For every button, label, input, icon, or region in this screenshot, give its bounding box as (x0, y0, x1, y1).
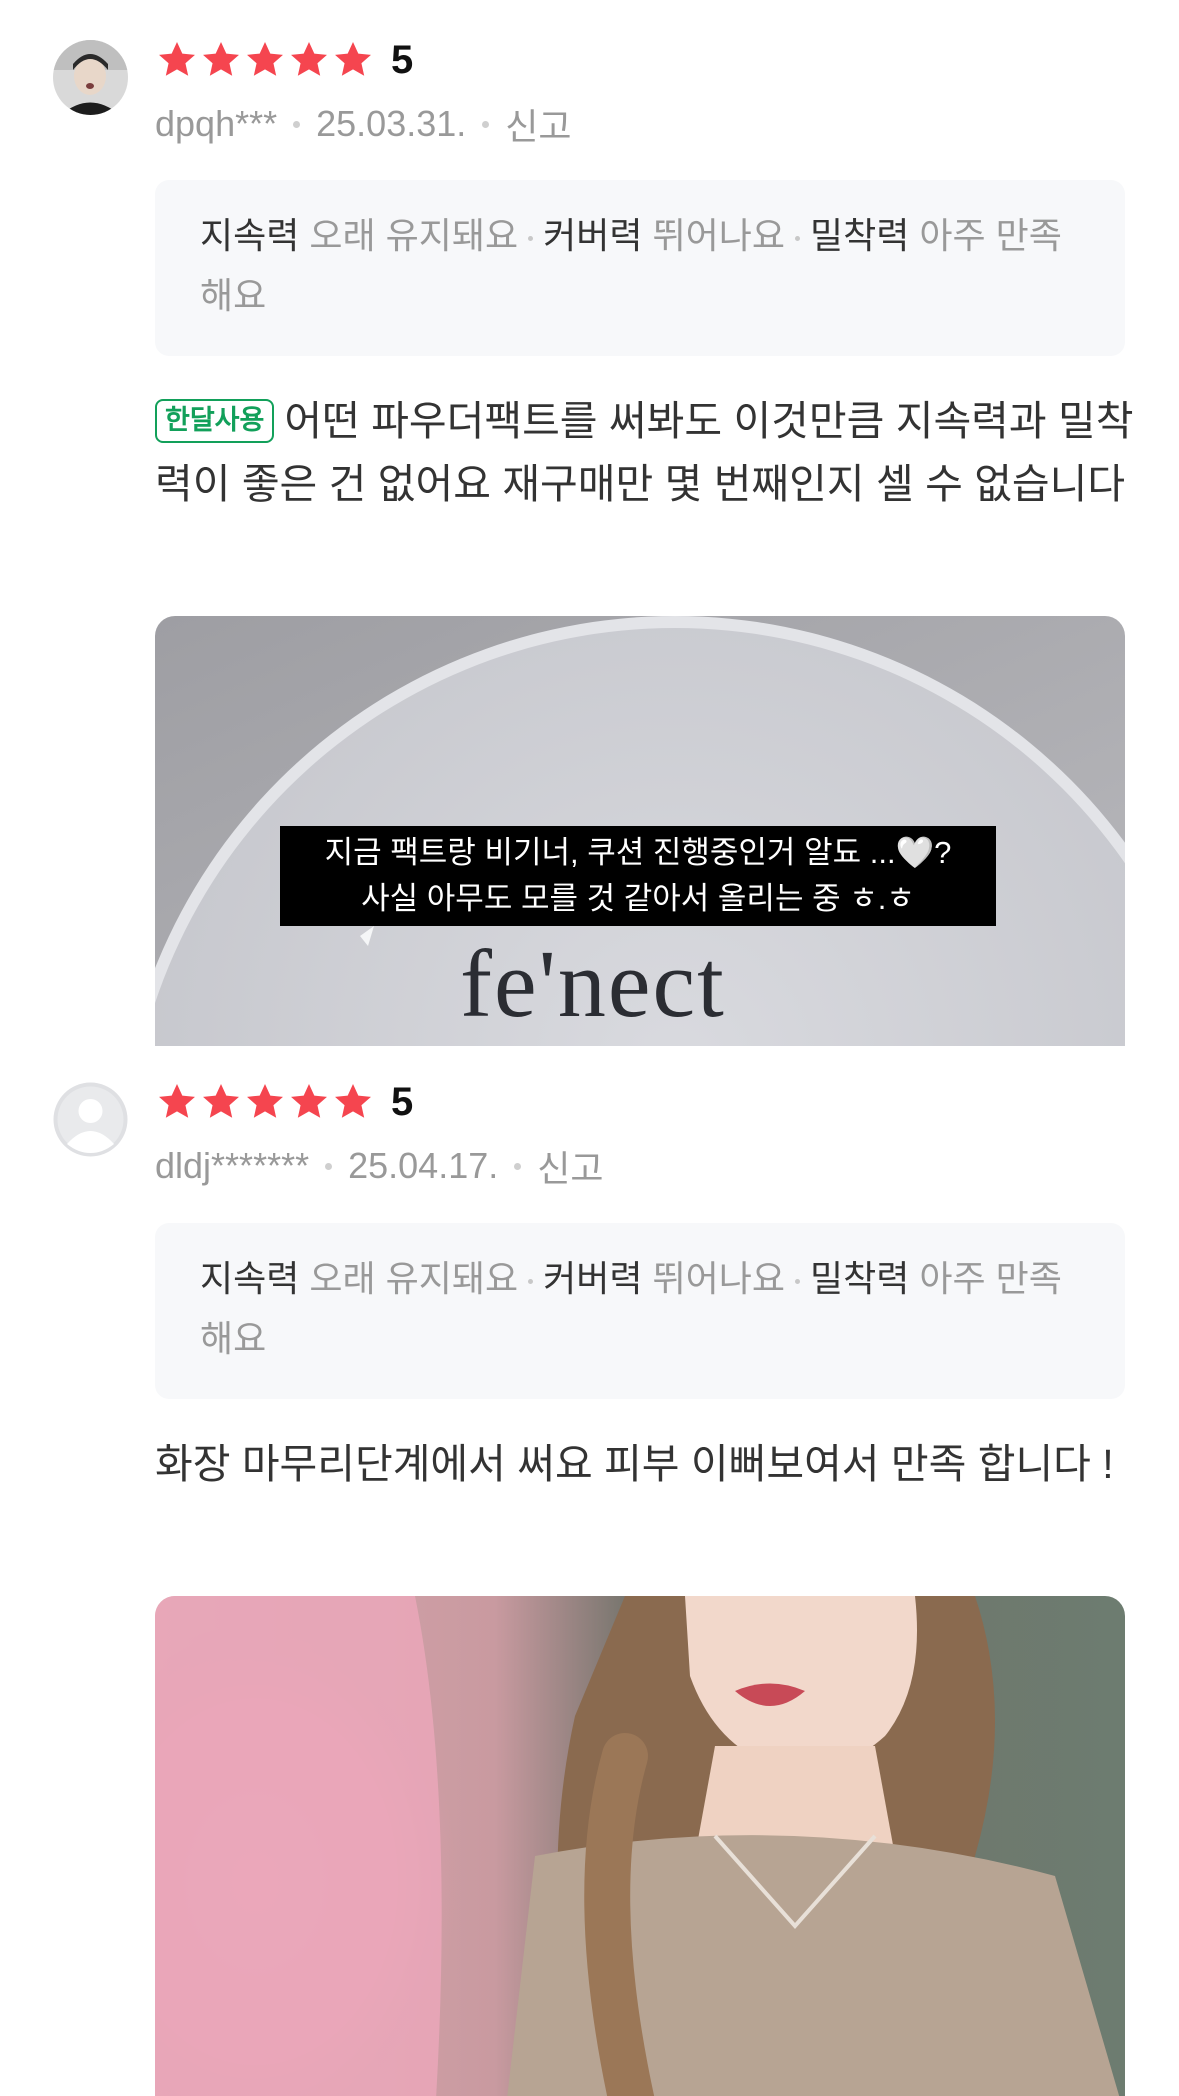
attr-key-adhesion: 밀착력 (810, 1258, 910, 1299)
review-meta: dldj******* 25.04.17. 신고 (155, 1140, 604, 1192)
review-body: 한달사용 어떤 파우더팩트를 써봐도 이것만큼 지속력과 밀착력이 좋은 건 없어… (155, 390, 1135, 516)
star-icon (159, 42, 195, 76)
default-avatar[interactable] (53, 1082, 128, 1157)
rating-row: 5 (155, 1079, 414, 1124)
review-body: 화장 마무리단계에서 써요 피부 이뻐보여서 만족 합니다 ! (155, 1433, 1135, 1496)
caption-line-1: 지금 팩트랑 비기너, 쿠션 진행중인거 알됴 ...🤍? (324, 835, 952, 870)
photo-caption: 지금 팩트랑 비기너, 쿠션 진행중인거 알됴 ...🤍? 사실 아무도 모를 … (280, 826, 996, 926)
attr-separator (795, 1278, 800, 1284)
attr-value-longevity: 오래 유지돼요 (309, 215, 519, 256)
attr-value-longevity: 오래 유지돼요 (309, 1258, 519, 1299)
attr-key-coverage: 커버력 (543, 215, 643, 256)
review-item: 5 dpqh*** 25.03.31. 신고 지속력 오래 유지돼요 커버력 뛰어… (0, 0, 1179, 1046)
separator-dot (325, 1162, 333, 1170)
attr-value-coverage: 뛰어나요 (652, 215, 785, 256)
star-icon (203, 42, 239, 76)
separator-dot (293, 120, 301, 128)
attr-separator (528, 235, 534, 241)
caption-line-2: 사실 아무도 모를 것 같아서 올리는 중 ㅎ.ㅎ (361, 881, 915, 916)
rating-score: 5 (391, 1079, 414, 1124)
review-photo[interactable] (155, 1596, 1125, 2096)
rating-score: 5 (391, 37, 414, 82)
rating-row: 5 (155, 37, 414, 82)
review-photo[interactable]: 지금 팩트랑 비기너, 쿠션 진행중인거 알됴 ...🤍? 사실 아무도 모를 … (155, 616, 1125, 1046)
attr-key-longevity: 지속력 (200, 215, 300, 256)
star-icon (291, 42, 327, 76)
attr-separator (795, 235, 800, 241)
attribute-summary: 지속력 오래 유지돼요 커버력 뛰어나요 밀착력 아주 만족해요 (155, 1223, 1125, 1399)
separator-dot (514, 1162, 522, 1170)
review-date: 25.03.31. (316, 103, 467, 144)
separator-dot (482, 120, 490, 128)
selfie-photo (155, 1596, 1125, 2096)
attr-key-longevity: 지속력 (200, 1258, 300, 1299)
star-icon (247, 1084, 283, 1118)
report-button[interactable]: 신고 (537, 1140, 603, 1192)
review-text: 어떤 파우더팩트를 써봐도 이것만큼 지속력과 밀착력이 좋은 건 없어요 재구… (155, 398, 1134, 507)
star-rating (155, 38, 375, 82)
star-icon (159, 1084, 195, 1118)
star-icon (203, 1084, 239, 1118)
usage-period-badge: 한달사용 (155, 399, 275, 443)
star-icon (291, 1084, 327, 1118)
attr-key-adhesion: 밀착력 (810, 215, 910, 256)
attribute-summary: 지속력 오래 유지돼요 커버력 뛰어나요 밀착력 아주 만족해요 (155, 180, 1125, 356)
star-icon (335, 42, 371, 76)
attr-value-coverage: 뛰어나요 (652, 1258, 785, 1299)
review-date: 25.04.17. (348, 1145, 499, 1186)
star-icon (247, 42, 283, 76)
user-avatar[interactable] (53, 40, 128, 115)
attr-key-coverage: 커버력 (543, 1258, 643, 1299)
star-rating (155, 1080, 375, 1124)
star-icon (335, 1084, 371, 1118)
report-button[interactable]: 신고 (505, 98, 571, 150)
reviewer-name: dpqh*** (155, 103, 278, 144)
product-brand-logo: fe'nect (460, 930, 726, 1037)
person-icon (53, 1082, 128, 1157)
review-text: 화장 마무리단계에서 써요 피부 이뻐보여서 만족 합니다 ! (155, 1441, 1114, 1487)
attr-separator (528, 1278, 534, 1284)
reviewer-name: dldj******* (155, 1145, 310, 1186)
review-meta: dpqh*** 25.03.31. 신고 (155, 98, 572, 150)
review-item: 5 dldj******* 25.04.17. 신고 지속력 오래 유지돼요 커버… (0, 1043, 1179, 2096)
